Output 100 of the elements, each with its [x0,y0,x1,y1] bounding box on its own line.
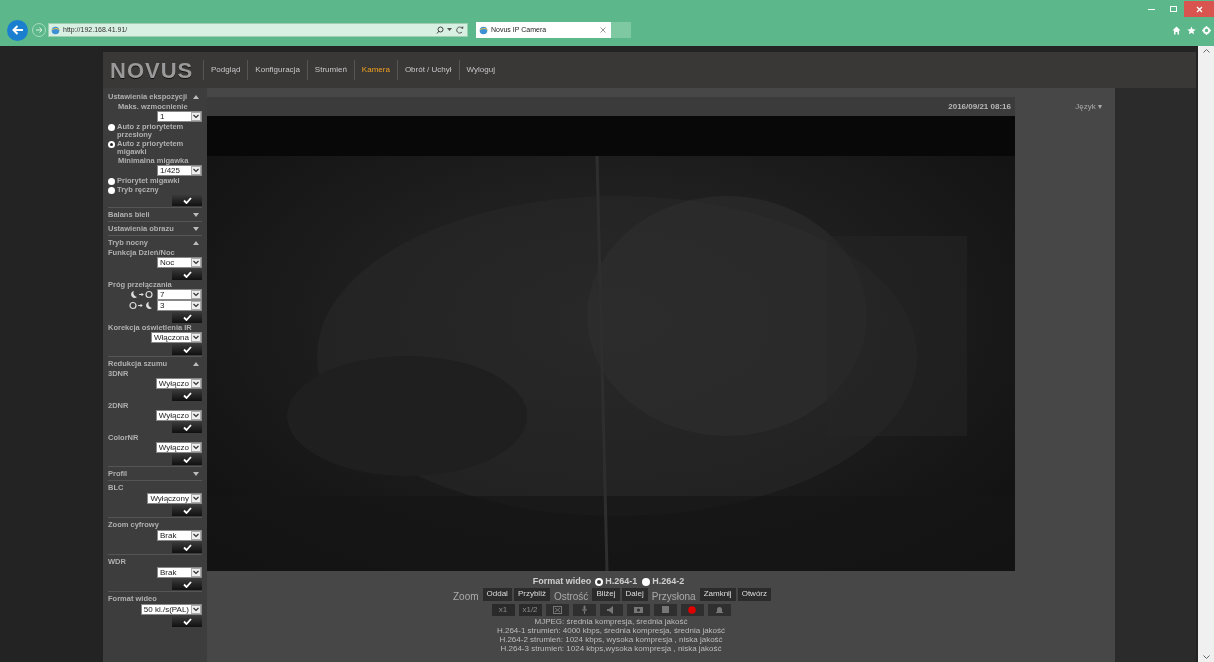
apply-button[interactable] [172,269,202,280]
check-icon [182,271,192,278]
dropdown[interactable]: Wyłączo [155,442,202,453]
radio-label: H.264-1 [605,574,638,588]
dropdown[interactable]: 1 [157,111,202,122]
close-button[interactable] [1184,1,1214,17]
nav-tab[interactable]: Obrót / Uchył [396,60,459,80]
control-label: Zoom [453,590,479,604]
record-icon [688,605,696,614]
dropdown[interactable]: 3 [157,300,202,311]
camera-icon [633,606,643,613]
nav-tab[interactable]: Konfiguracja [247,60,307,80]
back-button[interactable] [7,19,28,41]
dropdown[interactable]: 50 kl./s(PAL) [140,604,202,615]
fit-screen-icon [552,605,562,614]
dropdown[interactable]: Brak [157,530,202,541]
collapse-icon[interactable] [193,361,199,366]
apply-button[interactable] [172,542,202,553]
chevron-icon [191,443,201,452]
nav-tab[interactable]: Wyloguj [458,60,502,80]
dropdown[interactable]: Brak [157,567,202,578]
stream-info: H.264-2 strumień: 1024 kbps, wysoka kompresja , niska jakość [499,635,723,644]
apply-button[interactable] [172,195,202,206]
bell-icon [715,605,723,614]
radio-button[interactable] [595,577,604,586]
scrollbar[interactable] [1198,46,1214,662]
close-icon [1195,5,1203,13]
chevron-icon [191,411,201,420]
dropdown[interactable]: 1/425 [157,165,202,176]
control-button[interactable]: Oddal [482,587,512,601]
dropdown[interactable]: Noc [157,257,202,268]
nav-tab[interactable]: Strumień [306,60,354,80]
apply-button[interactable] [172,616,202,627]
dropdown[interactable]: Wyłączo [155,410,202,421]
stream-info: H.264-1 strumień: 4000 kbps, średnia kompresja, średnia jakość [496,626,726,635]
expand-icon[interactable] [193,471,199,476]
control-button[interactable]: Dalej [621,587,648,601]
toolbar-button[interactable] [707,603,731,616]
apply-button[interactable] [172,454,202,465]
logo: NOVUS [110,56,195,85]
globe-icon [51,25,60,35]
apply-button[interactable] [172,422,202,433]
toolbar-button[interactable] [545,603,569,616]
scroll-down-icon[interactable] [1202,655,1210,659]
expand-icon[interactable] [193,226,199,231]
check-icon [182,392,192,399]
toolbar-button[interactable] [626,603,650,616]
search-icon[interactable] [436,26,444,34]
language-menu[interactable]: Język ▾ [1075,101,1102,111]
chevron-icon [191,290,201,299]
check-icon [182,346,192,353]
date-time: 2016/09/21 08:16 [948,100,1011,113]
apply-button[interactable] [172,390,202,401]
radio-button[interactable] [108,140,115,148]
star-icon[interactable] [1187,25,1196,35]
check-icon [182,544,192,551]
caret-icon[interactable] [447,28,452,32]
apply-button[interactable] [172,312,202,323]
nav-tab[interactable]: Podgląd [203,60,248,80]
toolbar-button[interactable] [680,603,704,616]
check-icon [182,197,192,204]
radio-button[interactable] [108,177,115,185]
radio-button[interactable] [642,577,651,586]
check-icon [182,456,192,463]
radio-label: H.264-2 [652,574,685,588]
check-icon [182,581,192,588]
nav-tab[interactable]: Kamera [353,60,397,80]
chevron-icon [191,568,201,577]
chevron-icon [191,333,201,342]
collapse-icon[interactable] [193,240,199,245]
toolbar-button[interactable] [653,603,677,616]
radio-button[interactable] [108,186,115,194]
control-button[interactable]: Przybliż [513,587,550,601]
check-icon [182,618,192,625]
stream-info: H.264-3 strumień: 1024 kbps,wysoka kompresja , niska jakość [500,644,722,653]
expand-icon[interactable] [193,212,199,217]
check-icon [182,507,192,514]
arrow-left-icon [11,25,24,35]
radio-button[interactable] [108,123,115,131]
collapse-icon[interactable] [193,94,199,99]
apply-button[interactable] [172,579,202,590]
close-icon[interactable] [600,27,606,33]
apply-button[interactable] [172,505,202,516]
refresh-icon[interactable] [456,26,464,34]
dropdown[interactable]: Włączona [150,332,202,343]
toolbar-button[interactable] [572,603,596,616]
control-button[interactable]: Bliżej [592,587,620,601]
dropdown[interactable]: 7 [157,289,202,300]
control-button[interactable]: Otwórz [737,587,771,601]
apply-button[interactable] [172,344,202,355]
dropdown[interactable]: Wyłączo [155,378,202,389]
control-button[interactable]: Zamknij [699,587,736,601]
globe-icon [479,25,488,35]
chevron-icon [191,301,201,310]
scroll-up-icon[interactable] [1202,49,1210,53]
arrow-right-icon [35,27,43,33]
stream-info: MJPEG: średnia kompresja, średnia jakość [534,617,688,626]
toolbar-button[interactable] [599,603,623,616]
dropdown[interactable]: Wyłączony [147,493,202,504]
chevron-icon [191,494,201,503]
